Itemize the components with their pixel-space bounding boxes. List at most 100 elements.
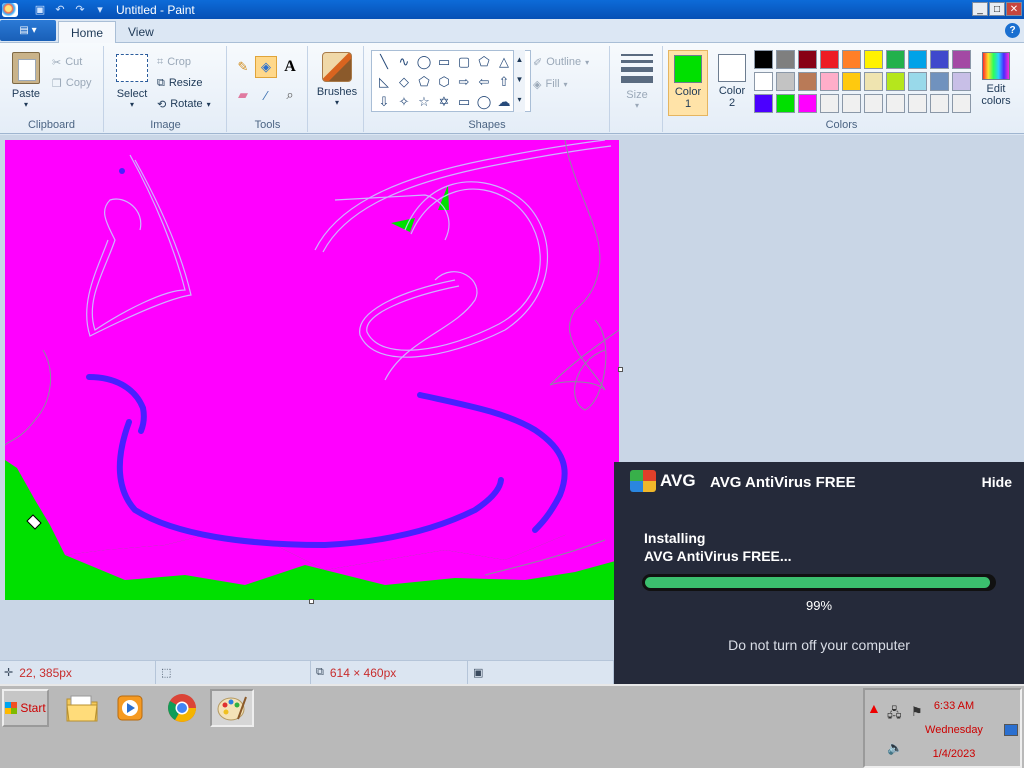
- crop-button[interactable]: ⌗ Crop: [157, 52, 191, 72]
- copy-button[interactable]: ❐ Copy: [52, 73, 92, 93]
- rectangle-shape-icon[interactable]: ▭: [434, 52, 454, 72]
- hexagon-shape-icon[interactable]: ⬡: [434, 72, 454, 92]
- five-point-star-shape-icon[interactable]: ☆: [414, 92, 434, 112]
- cloud-callout-shape-icon[interactable]: ☁: [494, 92, 514, 112]
- clock-date[interactable]: 1/4/2023: [914, 748, 994, 760]
- down-arrow-shape-icon[interactable]: ⇩: [374, 92, 394, 112]
- palette-swatch[interactable]: [930, 50, 949, 69]
- right-arrow-shape-icon[interactable]: ⇨: [454, 72, 474, 92]
- outline-button[interactable]: ✐ Outline ▾: [533, 52, 589, 72]
- palette-swatch[interactable]: [952, 72, 971, 91]
- file-explorer-icon[interactable]: [60, 689, 104, 727]
- palette-swatch[interactable]: [776, 72, 795, 91]
- palette-swatch[interactable]: [864, 50, 883, 69]
- palette-swatch[interactable]: [842, 94, 861, 113]
- minimize-button[interactable]: _: [972, 2, 988, 16]
- resize-button[interactable]: ⧉ Resize: [157, 73, 202, 93]
- palette-swatch[interactable]: [820, 50, 839, 69]
- line-shape-icon[interactable]: ╲: [374, 52, 394, 72]
- palette-swatch[interactable]: [798, 50, 817, 69]
- color-picker-icon[interactable]: ⁄: [255, 84, 277, 106]
- oval-callout-shape-icon[interactable]: ◯: [474, 92, 494, 112]
- triangle-shape-icon[interactable]: △: [494, 52, 514, 72]
- palette-swatch[interactable]: [908, 94, 927, 113]
- tab-home[interactable]: Home: [58, 21, 117, 43]
- oval-shape-icon[interactable]: ◯: [414, 52, 434, 72]
- curve-shape-icon[interactable]: ∿: [394, 52, 414, 72]
- polygon-shape-icon[interactable]: ⬠: [474, 52, 494, 72]
- maximize-button[interactable]: □: [989, 2, 1005, 16]
- drawing-canvas[interactable]: [5, 140, 619, 600]
- paint-icon[interactable]: [210, 689, 254, 727]
- color1-button[interactable]: Color 1: [668, 50, 708, 116]
- select-button[interactable]: Select ▾: [113, 50, 151, 109]
- eraser-icon[interactable]: ▰: [232, 84, 254, 106]
- clock-time[interactable]: 6:33 AM: [914, 700, 994, 712]
- file-menu-button[interactable]: ▤ ▾: [0, 20, 56, 41]
- volume-icon[interactable]: 🔈: [887, 740, 903, 756]
- rounded-rectangle-shape-icon[interactable]: ▢: [454, 52, 474, 72]
- palette-swatch[interactable]: [798, 94, 817, 113]
- palette-swatch[interactable]: [952, 50, 971, 69]
- undo-icon[interactable]: ↶: [52, 3, 68, 17]
- palette-swatch[interactable]: [864, 94, 883, 113]
- palette-swatch[interactable]: [754, 72, 773, 91]
- pencil-icon[interactable]: ✎: [232, 56, 254, 78]
- palette-swatch[interactable]: [820, 72, 839, 91]
- palette-swatch[interactable]: [776, 94, 795, 113]
- resize-handle-bottom[interactable]: [309, 599, 314, 604]
- rotate-button[interactable]: ⟲ Rotate ▾: [157, 94, 211, 114]
- fill-button[interactable]: ◈ Fill ▾: [533, 74, 568, 94]
- palette-swatch[interactable]: [886, 94, 905, 113]
- palette-swatch[interactable]: [886, 50, 905, 69]
- edit-colors-button[interactable]: Edit colors: [976, 50, 1016, 107]
- palette-swatch[interactable]: [864, 72, 883, 91]
- palette-swatch[interactable]: [908, 72, 927, 91]
- left-arrow-shape-icon[interactable]: ⇦: [474, 72, 494, 92]
- color2-button[interactable]: Color 2: [712, 50, 752, 116]
- clock-day[interactable]: Wednesday: [914, 724, 994, 736]
- media-player-icon[interactable]: [108, 689, 152, 727]
- right-triangle-shape-icon[interactable]: ◺: [374, 72, 394, 92]
- palette-swatch[interactable]: [754, 94, 773, 113]
- show-desktop-icon[interactable]: [1004, 724, 1018, 736]
- save-icon[interactable]: ▣: [32, 3, 48, 17]
- resize-handle-right[interactable]: [618, 367, 623, 372]
- network-icon[interactable]: 🖧: [887, 704, 902, 726]
- palette-swatch[interactable]: [776, 50, 795, 69]
- alert-flag-icon[interactable]: ▲: [867, 700, 881, 716]
- palette-swatch[interactable]: [798, 72, 817, 91]
- paint-app-icon[interactable]: [2, 2, 18, 17]
- help-icon[interactable]: ?: [1005, 23, 1020, 38]
- tab-view[interactable]: View: [116, 21, 166, 43]
- fill-bucket-icon[interactable]: ◈: [255, 56, 277, 78]
- four-point-star-shape-icon[interactable]: ✧: [394, 92, 414, 112]
- chrome-icon[interactable]: [160, 689, 204, 727]
- close-button[interactable]: ✕: [1006, 2, 1022, 16]
- diamond-shape-icon[interactable]: ◇: [394, 72, 414, 92]
- six-point-star-shape-icon[interactable]: ✡: [434, 92, 454, 112]
- pentagon-shape-icon[interactable]: ⬠: [414, 72, 434, 92]
- shape-gallery-scrollbar[interactable]: ▲ ▼ ▾: [513, 50, 525, 112]
- palette-swatch[interactable]: [908, 50, 927, 69]
- palette-swatch[interactable]: [842, 72, 861, 91]
- brushes-button[interactable]: Brushes ▾: [313, 50, 361, 107]
- size-button[interactable]: Size ▾: [617, 52, 657, 110]
- palette-swatch[interactable]: [754, 50, 773, 69]
- palette-swatch[interactable]: [820, 94, 839, 113]
- magnifier-icon[interactable]: ⌕: [279, 84, 301, 106]
- customize-qat-icon[interactable]: ▾: [92, 3, 108, 17]
- palette-swatch[interactable]: [842, 50, 861, 69]
- palette-swatch[interactable]: [930, 72, 949, 91]
- palette-swatch[interactable]: [930, 94, 949, 113]
- rounded-callout-shape-icon[interactable]: ▭: [454, 92, 474, 112]
- text-tool-icon[interactable]: A: [279, 56, 301, 78]
- palette-swatch[interactable]: [886, 72, 905, 91]
- up-arrow-shape-icon[interactable]: ⇧: [494, 72, 514, 92]
- palette-swatch[interactable]: [952, 94, 971, 113]
- paste-button[interactable]: Paste ▾: [6, 50, 46, 112]
- start-button[interactable]: Start: [2, 689, 49, 727]
- cut-button[interactable]: ✂ Cut: [52, 52, 82, 72]
- redo-icon[interactable]: ↷: [72, 3, 88, 17]
- avg-hide-button[interactable]: Hide: [982, 474, 1012, 490]
